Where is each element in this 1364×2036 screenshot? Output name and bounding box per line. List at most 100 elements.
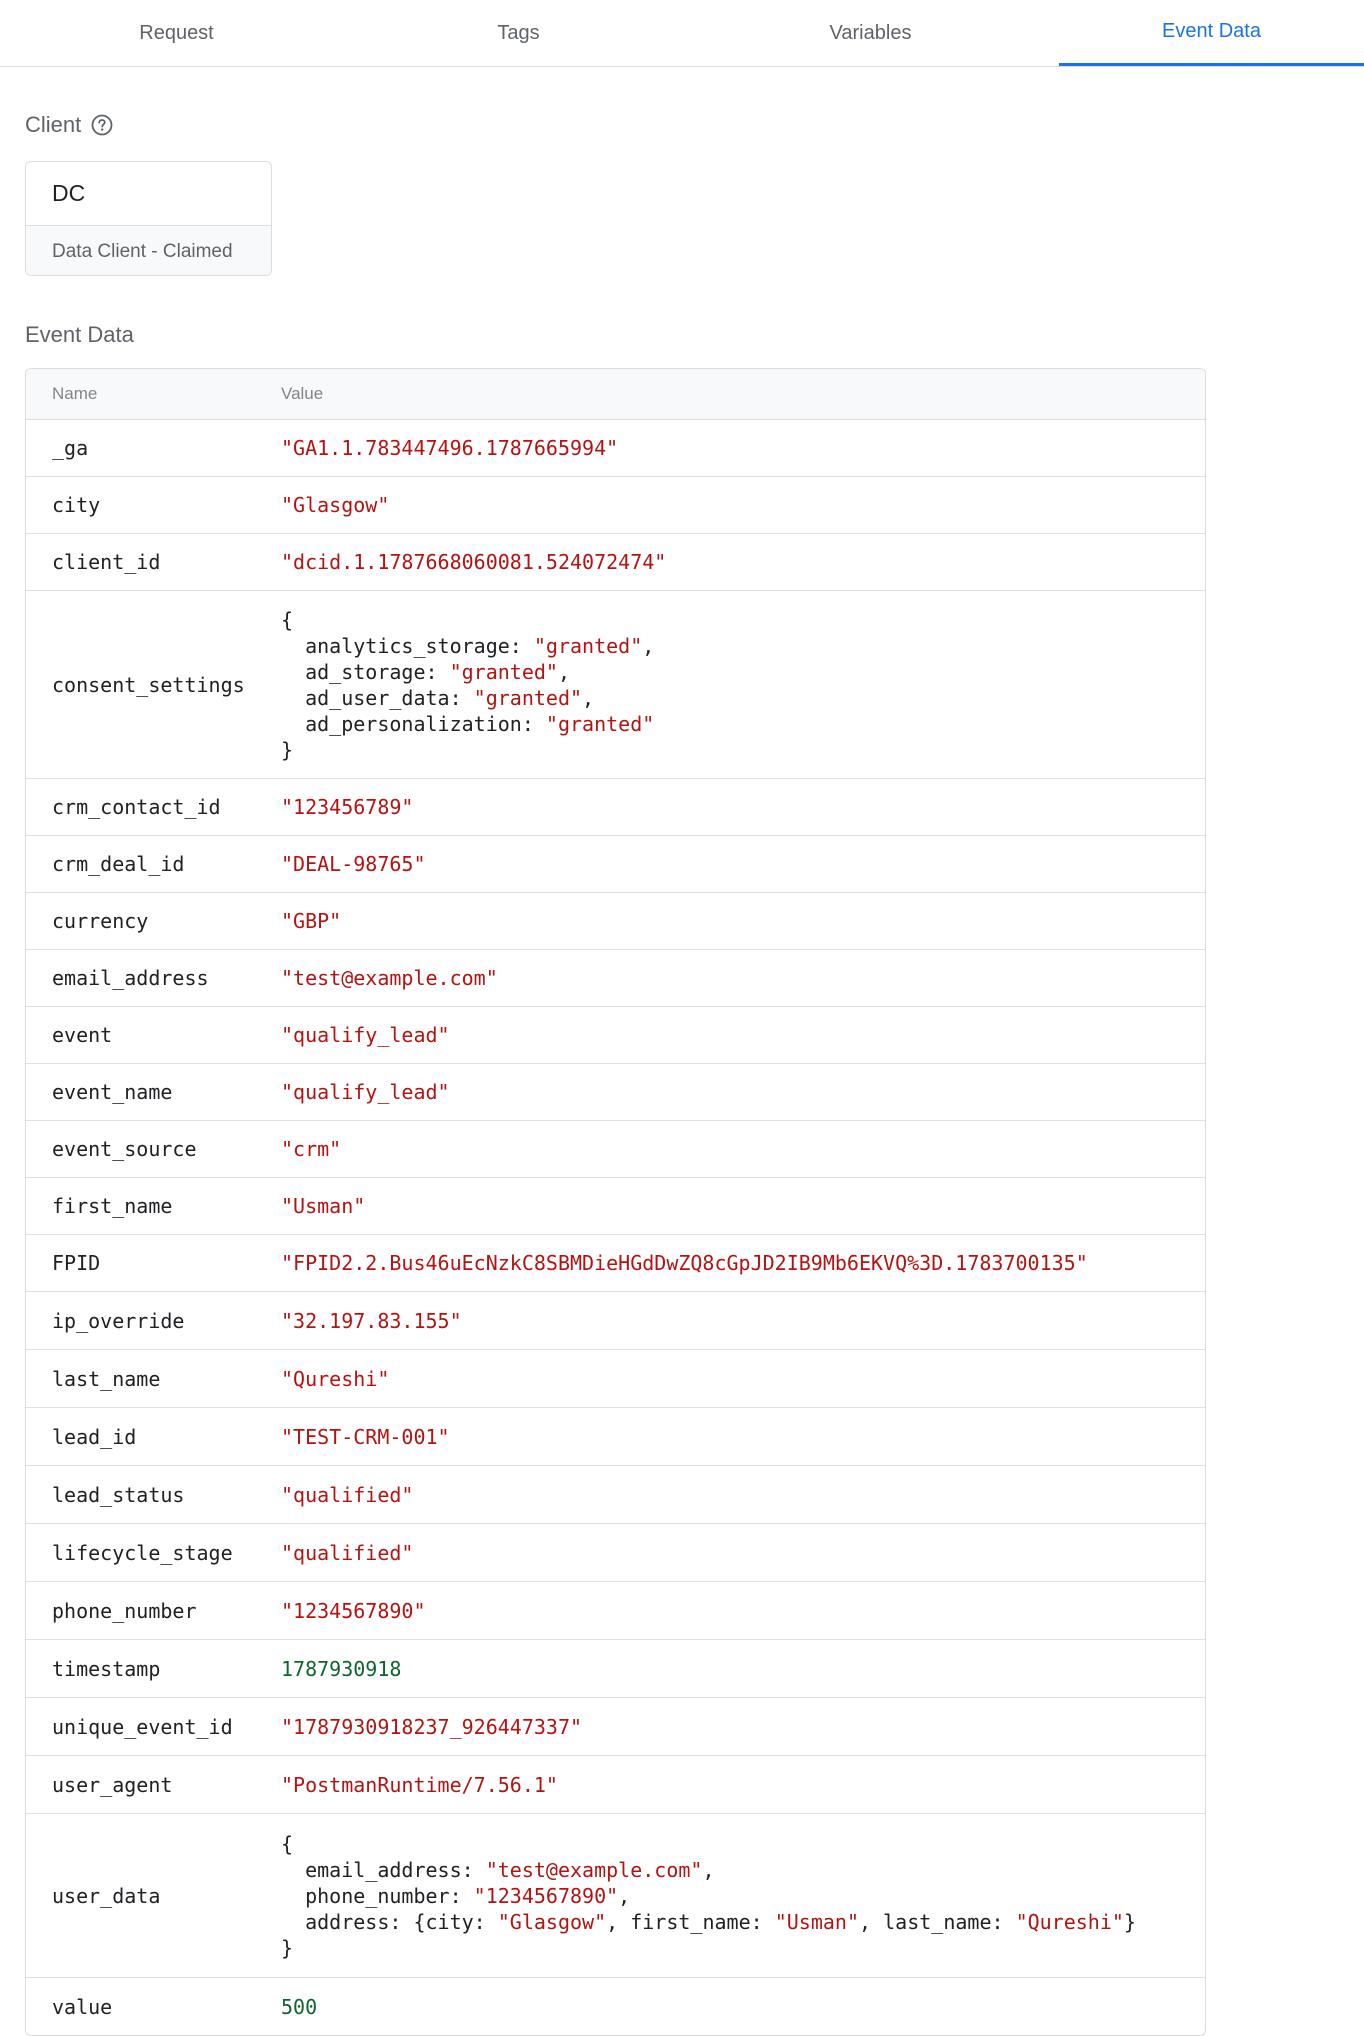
event-data-title-text: Event Data	[25, 322, 134, 347]
object-key: email_address:	[281, 1857, 486, 1882]
table-row[interactable]: timestamp 1787930918	[26, 1640, 1205, 1698]
table-row[interactable]: lead_id "TEST-CRM-001"	[26, 1408, 1205, 1466]
object-sep: ,	[642, 633, 655, 658]
client-name: DC	[26, 162, 271, 226]
object-sep: ,	[557, 659, 570, 684]
value-text: "FPID2.2.Bus46uEcNzkC8SBMDieHGdDwZQ8cGpJ…	[281, 1251, 1088, 1275]
row-name: lifecycle_stage	[52, 1540, 233, 1565]
table-row[interactable]: value 500	[26, 1978, 1205, 2035]
row-name: lead_status	[52, 1482, 185, 1507]
row-value: 1787930918	[281, 1656, 401, 1682]
object-key: last_name:	[883, 1909, 1016, 1934]
table-row[interactable]: crm_deal_id "DEAL-98765"	[26, 836, 1205, 893]
object-key: phone_number:	[281, 1883, 474, 1908]
row-value: "qualified"	[281, 1540, 413, 1566]
table-row[interactable]: FPID "FPID2.2.Bus46uEcNzkC8SBMDieHGdDwZQ8…	[26, 1235, 1205, 1292]
value-text: "qualified"	[281, 1482, 414, 1507]
row-name: consent_settings	[52, 672, 245, 697]
table-row[interactable]: lifecycle_stage "qualified"	[26, 1524, 1205, 1582]
row-name: crm_deal_id	[52, 852, 185, 876]
value-text: "test@example.com"	[281, 966, 498, 990]
value-text: "DEAL-98765"	[281, 852, 426, 876]
tab-variables[interactable]: Variables	[694, 0, 1047, 66]
object-key: analytics_storage:	[281, 633, 534, 658]
client-card[interactable]: DC Data Client - Claimed	[25, 161, 272, 276]
table-row[interactable]: consent_settings { analytics_storage: "gr…	[26, 591, 1205, 779]
row-value: "32.197.83.155"	[281, 1308, 462, 1334]
value-text: "Qureshi"	[281, 1366, 390, 1391]
row-name: timestamp	[52, 1656, 161, 1681]
object-brace: {	[281, 607, 294, 632]
value-text: "PostmanRuntime/7.56.1"	[281, 1772, 558, 1797]
value-text: "GA1.1.783447496.1787665994"	[281, 436, 619, 460]
table-row[interactable]: client_id "dcid.1.1787668060081.524072474…	[26, 534, 1205, 591]
row-name: FPID	[52, 1251, 101, 1275]
row-value: "FPID2.2.Bus46uEcNzkC8SBMDieHGdDwZQ8cGpJ…	[281, 1250, 1088, 1276]
header-value: Value	[281, 384, 324, 403]
tab-bar: Request Tags Variables Event Data	[0, 0, 1364, 67]
object-sep: ,	[859, 1909, 884, 1934]
row-value: "qualified"	[281, 1482, 413, 1508]
table-row[interactable]: city "Glasgow"	[26, 477, 1205, 534]
row-value: "qualify_lead"	[281, 1079, 450, 1105]
value-text: "1234567890"	[281, 1598, 426, 1623]
object-value: "Usman"	[774, 1909, 860, 1934]
tab-request[interactable]: Request	[0, 0, 353, 66]
table-row[interactable]: currency "GBP"	[26, 893, 1205, 950]
value-text: 1787930918	[281, 1656, 402, 1681]
object-key: first_name:	[630, 1909, 775, 1934]
row-value: "DEAL-98765"	[281, 851, 426, 877]
table-row[interactable]: crm_contact_id "123456789"	[26, 779, 1205, 836]
row-name: value	[52, 1994, 113, 2019]
object-key: address: {city:	[281, 1909, 498, 1934]
tab-tags[interactable]: Tags	[342, 0, 695, 66]
object-key: ad_user_data:	[281, 685, 474, 710]
row-name: client_id	[52, 550, 161, 574]
object-value: "granted"	[533, 633, 643, 658]
help-circle-icon[interactable]	[91, 114, 113, 136]
value-text: "Usman"	[281, 1194, 366, 1218]
table-row[interactable]: user_agent "PostmanRuntime/7.56.1"	[26, 1756, 1205, 1814]
client-section-title: Client	[25, 112, 113, 138]
row-value: "PostmanRuntime/7.56.1"	[281, 1772, 558, 1798]
table-row[interactable]: unique_event_id "1787930918237_926447337"	[26, 1698, 1205, 1756]
row-name: user_agent	[52, 1772, 173, 1797]
row-value: "TEST-CRM-001"	[281, 1424, 450, 1450]
row-value: "test@example.com"	[281, 965, 498, 991]
object-value: "Qureshi"	[1015, 1909, 1124, 1934]
table-row[interactable]: phone_number "1234567890"	[26, 1582, 1205, 1640]
table-row[interactable]: ip_override "32.197.83.155"	[26, 1292, 1205, 1350]
row-name: user_data	[52, 1883, 161, 1908]
header-name: Name	[52, 384, 98, 403]
table-row[interactable]: lead_status "qualified"	[26, 1466, 1205, 1524]
row-name: phone_number	[52, 1598, 197, 1623]
row-value: "Usman"	[281, 1193, 365, 1219]
value-text: "qualify_lead"	[281, 1023, 450, 1047]
table-row[interactable]: first_name "Usman"	[26, 1178, 1205, 1235]
table-row[interactable]: event_source "crm"	[26, 1121, 1205, 1178]
table-row[interactable]: email_address "test@example.com"	[26, 950, 1205, 1007]
event-data-table: Name Value _ga "GA1.1.783447496.178766599…	[25, 368, 1206, 2036]
row-name: ip_override	[52, 1308, 185, 1333]
object-value: "granted"	[473, 685, 583, 710]
row-value: "1787930918237_926447337"	[281, 1714, 582, 1740]
table-row[interactable]: event_name "qualify_lead"	[26, 1064, 1205, 1121]
table-row[interactable]: event "qualify_lead"	[26, 1007, 1205, 1064]
table-body: _ga "GA1.1.783447496.1787665994" city "Glas…	[26, 420, 1205, 2035]
table-header: Name Value	[26, 369, 1205, 420]
row-value: "Glasgow"	[281, 492, 389, 518]
object-sep: ,	[582, 685, 595, 710]
table-row[interactable]: _ga "GA1.1.783447496.1787665994"	[26, 420, 1205, 477]
row-value: "123456789"	[281, 794, 413, 820]
row-name: event_name	[52, 1080, 173, 1104]
object-key: ad_personalization:	[281, 711, 546, 736]
table-row[interactable]: user_data { email_address: "test@example.…	[26, 1814, 1205, 1978]
object-key: ad_storage:	[281, 659, 450, 684]
row-value: 500	[281, 1994, 317, 2020]
value-text: "qualify_lead"	[281, 1080, 450, 1104]
table-row[interactable]: last_name "Qureshi"	[26, 1350, 1205, 1408]
value-text: "dcid.1.1787668060081.524072474"	[281, 550, 667, 574]
tab-event-data[interactable]: Event Data	[1059, 0, 1364, 66]
value-text: "123456789"	[281, 795, 414, 819]
row-name: event_source	[52, 1137, 197, 1161]
